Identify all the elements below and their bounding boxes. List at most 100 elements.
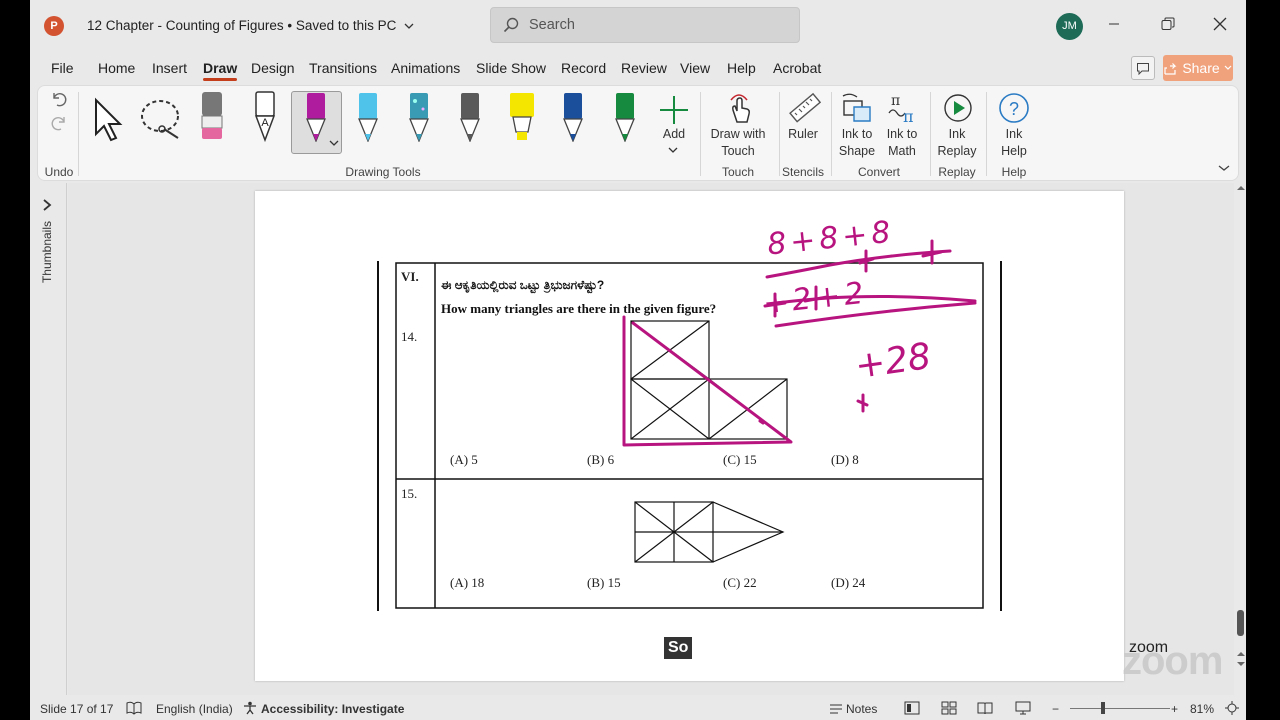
redo-icon[interactable] [50, 114, 68, 132]
q14-option-c: (C) 15 [723, 452, 757, 467]
ink-to-shape-icon[interactable] [840, 91, 874, 125]
ink-to-math-icon[interactable]: ππ [885, 91, 919, 125]
expand-thumbnails-icon[interactable] [42, 199, 52, 211]
pen-dark-blue-icon[interactable] [558, 92, 588, 142]
tab-help[interactable]: Help [727, 60, 756, 76]
powerpoint-window: P 12 Chapter - Counting of Figures • Sav… [30, 0, 1246, 720]
tab-acrobat[interactable]: Acrobat [773, 60, 821, 76]
minimize-icon [1109, 23, 1119, 25]
tab-review[interactable]: Review [621, 60, 667, 76]
ink-replay-icon[interactable] [941, 91, 975, 125]
zoom-slider[interactable] [1070, 708, 1170, 709]
notes-icon[interactable] [829, 702, 843, 714]
screen-left-border [0, 0, 30, 720]
highlighter-yellow-icon[interactable] [507, 92, 537, 142]
accessibility-icon[interactable] [242, 701, 258, 715]
user-avatar[interactable]: JM [1056, 13, 1083, 40]
zoom-level[interactable]: 81% [1190, 702, 1214, 716]
vertical-scrollbar[interactable] [1235, 183, 1246, 695]
tab-slide-show[interactable]: Slide Show [476, 60, 546, 76]
tab-animations[interactable]: Animations [391, 60, 460, 76]
tab-view[interactable]: View [680, 60, 710, 76]
slide-show-icon[interactable] [1015, 701, 1031, 715]
tab-draw[interactable]: Draw [203, 60, 238, 81]
ink-to-math-button[interactable]: Ink to Math [880, 126, 924, 160]
powerpoint-logo-icon: P [44, 16, 64, 36]
ribbon-separator [78, 92, 79, 176]
accessibility-status[interactable]: Accessibility: Investigate [261, 702, 404, 716]
eraser-icon[interactable] [198, 90, 226, 142]
chevron-down-icon [1224, 65, 1232, 70]
tab-record[interactable]: Record [561, 60, 606, 76]
ink-to-shape-button[interactable]: Ink to Shape [835, 126, 879, 160]
zoom-in-button[interactable]: + [1171, 702, 1178, 716]
ribbon-tabs: File Home Insert Draw Design Transitions… [30, 54, 1246, 82]
tab-design[interactable]: Design [251, 60, 295, 76]
draw-with-touch-icon[interactable] [725, 92, 755, 124]
pen-light-blue-icon[interactable] [353, 92, 383, 142]
spell-check-book-icon[interactable] [126, 701, 142, 715]
svg-text:?: ? [1009, 99, 1019, 119]
collapse-ribbon-chevron-icon[interactable] [1218, 164, 1230, 172]
draw-ribbon: Undo A Add Drawing Tools Draw with Touch [37, 85, 1239, 181]
pen-galaxy-icon[interactable] [404, 92, 434, 142]
notes-button[interactable]: Notes [846, 702, 877, 716]
search-input[interactable]: Search [490, 7, 800, 43]
tab-home[interactable]: Home [98, 60, 135, 76]
zoom-out-button[interactable]: − [1052, 702, 1059, 716]
document-title[interactable]: 12 Chapter - Counting of Figures • Saved… [87, 18, 414, 33]
ink-to-math-label-1: Ink to [886, 127, 918, 141]
pencil-gray-icon[interactable] [455, 92, 485, 142]
tab-file[interactable]: File [51, 60, 74, 76]
ruler-icon[interactable] [787, 91, 821, 125]
section-number: VI. [401, 269, 419, 284]
question-15-number: 15. [401, 486, 418, 501]
minimize-button[interactable] [1104, 14, 1124, 34]
tab-transitions[interactable]: Transitions [309, 60, 377, 76]
select-cursor-icon[interactable] [92, 96, 126, 144]
pen-green-icon[interactable] [610, 92, 640, 142]
draw-with-touch-label-1: Draw with [710, 127, 766, 141]
language-indicator[interactable]: English (India) [156, 702, 233, 716]
undo-icon[interactable] [50, 90, 68, 108]
chevron-down-icon[interactable] [668, 146, 678, 154]
question-14-kannada: ಈ ಆಕೃತಿಯಲ್ಲಿರುವ ಒಟ್ಟು ತ್ರಿಭುಜಗಳೆಷ್ಟು? [441, 278, 605, 292]
screen-right-border [1246, 0, 1280, 720]
ink-replay-label-2: Replay [937, 144, 977, 158]
ink-help-button[interactable]: Ink Help [991, 126, 1037, 160]
lasso-select-icon[interactable] [138, 96, 188, 142]
tab-insert[interactable]: Insert [152, 60, 187, 76]
svg-text:π: π [903, 107, 914, 125]
comments-button[interactable] [1131, 56, 1155, 80]
pen-magenta-icon[interactable] [301, 92, 331, 142]
ink-replay-button[interactable]: Ink Replay [934, 126, 980, 160]
ribbon-separator [986, 92, 987, 176]
thumbnails-label[interactable]: Thumbnails [40, 221, 54, 283]
caption-subtitle: So [664, 637, 693, 659]
normal-view-icon[interactable] [904, 701, 920, 715]
ribbon-separator [700, 92, 701, 176]
close-button[interactable] [1210, 14, 1230, 34]
chevron-down-icon[interactable] [329, 139, 339, 147]
add-pen-icon[interactable] [658, 94, 690, 126]
q15-option-b: (B) 15 [587, 575, 621, 590]
scroll-up-icon[interactable] [1237, 185, 1245, 191]
restore-button[interactable] [1158, 14, 1178, 34]
reading-view-icon[interactable] [977, 701, 993, 715]
question-14-number: 14. [401, 329, 418, 344]
share-button[interactable]: Share [1163, 55, 1233, 81]
slide[interactable]: 8+8+8 +2+2 +28 VI. 14. ಈ ಆಕೃತಿಯಲ್ಲಿರುವ ಒ… [255, 191, 1168, 681]
action-pen-icon[interactable]: A [250, 90, 280, 142]
draw-with-touch-button[interactable]: Draw with Touch [702, 126, 774, 160]
scroll-down-icon[interactable] [1237, 661, 1245, 667]
svg-text:A: A [261, 117, 269, 129]
scrollbar-thumb[interactable] [1237, 610, 1244, 636]
scroll-up-icon[interactable] [1237, 651, 1245, 657]
zoom-watermark-text: zoom [1122, 639, 1223, 683]
close-icon [1213, 17, 1227, 31]
fit-slide-icon[interactable] [1225, 701, 1239, 715]
slide-sorter-icon[interactable] [941, 701, 957, 715]
ink-help-icon[interactable]: ? [997, 91, 1031, 125]
ink-to-math-label-2: Math [888, 144, 916, 158]
zoom-slider-thumb[interactable] [1101, 702, 1105, 714]
